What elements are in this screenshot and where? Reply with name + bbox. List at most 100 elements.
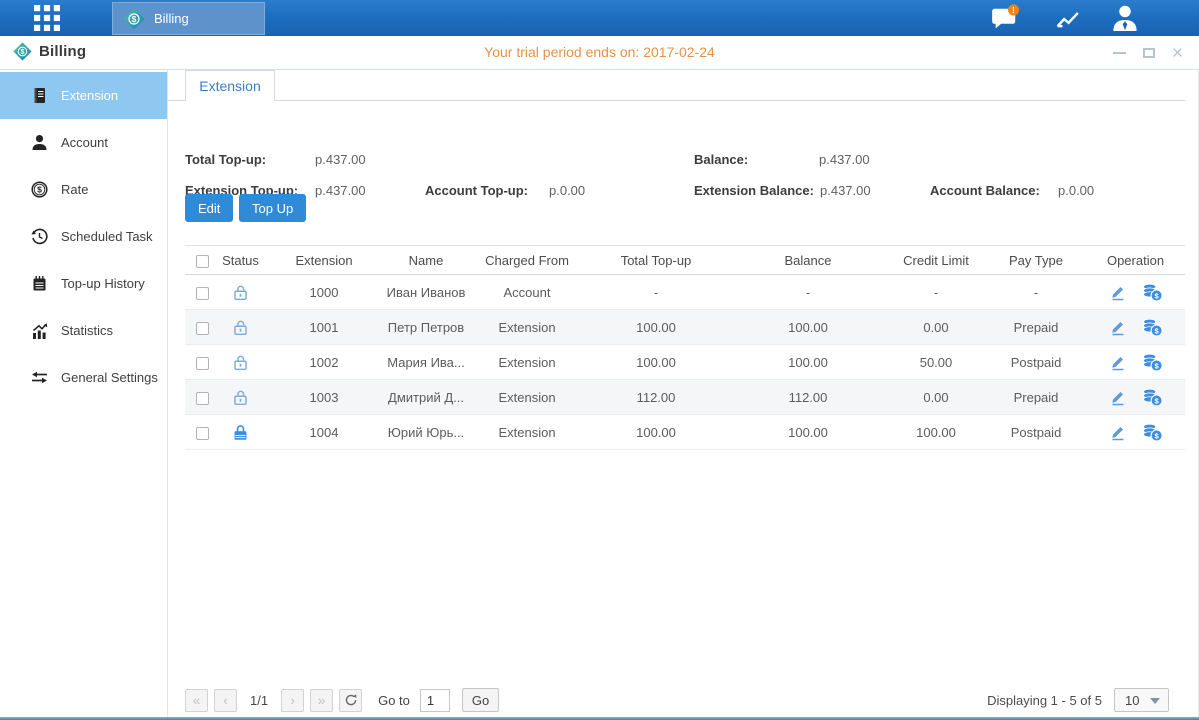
topup-coins-icon[interactable] [1142,388,1163,407]
balance-label: Balance: [694,152,748,167]
sidebar-item-scheduled-task[interactable]: Scheduled Task [0,213,167,260]
extension-balance-value: p.437.00 [820,183,871,198]
table-row: 1000 Иван Иванов Account - - - - [185,275,1185,310]
sidebar-item-topup-history[interactable]: Top-up History [0,260,167,307]
cell-total-topup: 100.00 [582,425,730,440]
ledger-icon [31,87,48,104]
window-title-bar: Billing Your trial period ends on: 2017-… [0,36,1199,70]
first-page-button[interactable]: « [185,689,208,712]
next-page-button[interactable]: › [281,689,304,712]
dollar-circle-icon [31,181,48,198]
topup-coins-icon[interactable] [1142,353,1163,372]
sidebar-item-extension[interactable]: Extension [0,72,167,119]
sidebar-item-label: General Settings [61,370,158,385]
cell-credit-limit: - [886,285,986,300]
user-account-icon[interactable] [1110,4,1140,32]
edit-icon[interactable] [1109,388,1127,406]
page-size-value: 10 [1125,693,1139,708]
row-checkbox[interactable] [196,322,209,335]
displaying-text: Displaying 1 - 5 of 5 [987,693,1102,708]
account-balance-value: p.0.00 [1058,183,1094,198]
resource-monitor-icon[interactable] [1051,8,1085,30]
sidebar-item-rate[interactable]: Rate [0,166,167,213]
app-tab-billing[interactable]: Billing [112,2,265,35]
col-extension: Extension [268,253,380,268]
clock-history-icon [31,228,48,245]
col-status: Status [213,253,268,268]
locked-icon [232,423,249,442]
row-checkbox[interactable] [196,427,209,440]
topup-coins-icon[interactable] [1142,283,1163,302]
sidebar-item-label: Rate [61,182,88,197]
cell-extension: 1003 [268,390,380,405]
cell-balance: - [730,285,886,300]
page-size-select[interactable]: 10 [1114,688,1169,712]
edit-icon[interactable] [1109,318,1127,336]
col-name: Name [380,253,472,268]
table-row: 1003 Дмитрий Д... Extension 112.00 112.0… [185,380,1185,415]
notifications-icon[interactable] [991,4,1021,32]
table-row: 1001 Петр Петров Extension 100.00 100.00… [185,310,1185,345]
cell-pay-type: Postpaid [986,355,1086,370]
cell-name: Юрий Юрь... [380,425,472,440]
cell-credit-limit: 0.00 [886,390,986,405]
goto-label: Go to [378,693,410,708]
extensions-table: Status Extension Name Charged From Total… [185,245,1185,450]
sidebar-item-statistics[interactable]: Statistics [0,307,167,354]
row-checkbox[interactable] [196,392,209,405]
trial-notice: Your trial period ends on: 2017-02-24 [0,44,1199,60]
edit-icon[interactable] [1109,283,1127,301]
maximize-button[interactable] [1143,48,1155,58]
billing-diamond-icon [123,8,145,30]
topup-coins-icon[interactable] [1142,318,1163,337]
billing-summary: Total Top-up: p.437.00 Balance: p.437.00… [168,101,1199,191]
account-topup-value: p.0.00 [549,183,585,198]
cell-name: Иван Иванов [380,285,472,300]
edit-icon[interactable] [1109,353,1127,371]
cell-total-topup: 100.00 [582,320,730,335]
cell-balance: 112.00 [730,390,886,405]
table-body: 1000 Иван Иванов Account - - - - 1001 Пе… [185,275,1185,450]
extension-topup-value: p.437.00 [315,183,366,198]
topup-coins-icon[interactable] [1142,423,1163,442]
extension-balance-label: Extension Balance: [694,183,814,198]
cell-name: Дмитрий Д... [380,390,472,405]
col-credit-limit: Credit Limit [886,253,986,268]
topup-button[interactable]: Top Up [239,194,306,222]
person-icon [31,134,48,151]
cell-total-topup: 112.00 [582,390,730,405]
minimize-button[interactable] [1113,52,1126,54]
row-checkbox[interactable] [196,287,209,300]
prev-page-button[interactable]: ‹ [214,689,237,712]
cell-credit-limit: 50.00 [886,355,986,370]
sidebar-item-general-settings[interactable]: General Settings [0,354,167,401]
refresh-button[interactable] [339,689,362,712]
account-balance-label: Account Balance: [930,183,1040,198]
cell-balance: 100.00 [730,355,886,370]
cell-credit-limit: 0.00 [886,320,986,335]
app-launcher-icon[interactable] [34,5,60,31]
close-button[interactable]: × [1172,44,1183,63]
goto-page-input[interactable] [420,689,450,712]
sidebar-item-label: Statistics [61,323,113,338]
edit-button[interactable]: Edit [185,194,233,222]
go-button[interactable]: Go [462,688,499,712]
sidebar-item-account[interactable]: Account [0,119,167,166]
cell-pay-type: Prepaid [986,390,1086,405]
edit-icon[interactable] [1109,423,1127,441]
col-charged-from: Charged From [472,253,582,268]
total-topup-label: Total Top-up: [185,152,266,167]
cell-charged-from: Extension [472,355,582,370]
col-total-topup: Total Top-up [582,253,730,268]
cell-name: Мария Ива... [380,355,472,370]
sidebar: Extension Account Rate Scheduled Task To… [0,70,168,717]
cell-charged-from: Extension [472,390,582,405]
select-all-checkbox[interactable] [196,255,209,268]
last-page-button[interactable]: » [310,689,333,712]
unlocked-icon [232,353,249,372]
tab-extension[interactable]: Extension [185,70,275,101]
unlocked-icon [232,388,249,407]
total-topup-value: p.437.00 [315,152,366,167]
cell-charged-from: Extension [472,425,582,440]
row-checkbox[interactable] [196,357,209,370]
